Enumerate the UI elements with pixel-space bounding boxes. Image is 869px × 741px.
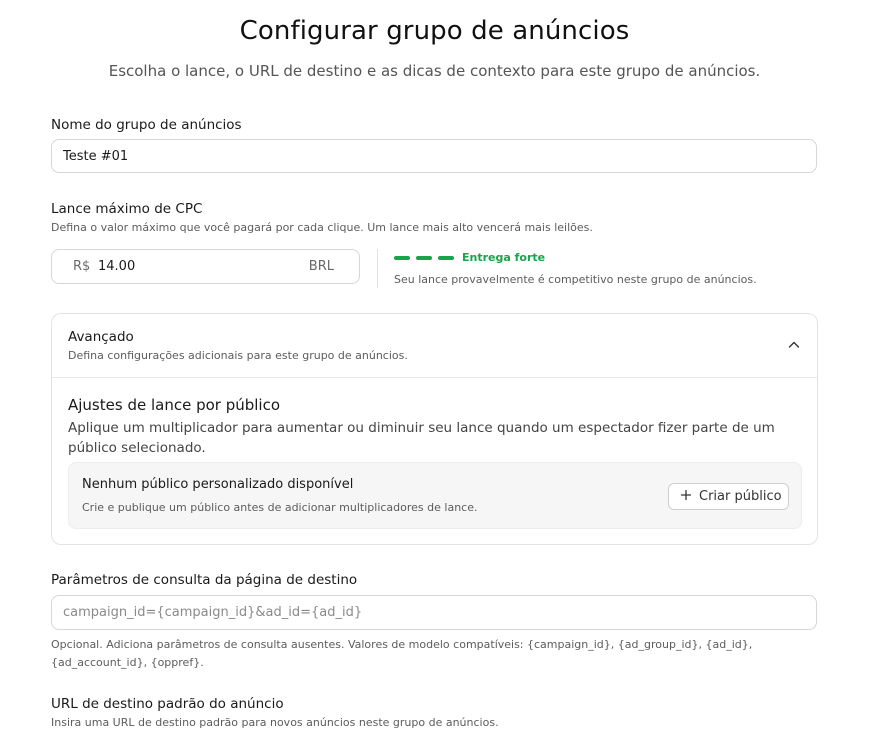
query-params-help: Opcional. Adiciona parâmetros de consult…: [51, 638, 753, 669]
page-subtitle: Escolha o lance, o URL de destino e as d…: [108, 62, 761, 80]
delivery-status: Entrega forte: [462, 251, 546, 264]
audience-empty-title: Nenhum público personalizado disponível: [82, 477, 354, 492]
max-cpc-label: Lance máximo de CPC: [51, 201, 203, 217]
advanced-section: Avançado Defina configurações adicionais…: [51, 313, 818, 545]
ad-group-name-label: Nome do grupo de anúncios: [51, 117, 242, 133]
bid-divider: [377, 249, 378, 288]
audience-bid-title: Ajustes de lance por público: [68, 396, 281, 414]
delivery-note: Seu lance provavelmente é competitivo ne…: [394, 273, 757, 286]
audience-bid-description: Aplique um multiplicador para aumentar o…: [68, 420, 775, 456]
currency-code: BRL: [308, 259, 334, 274]
configure-ad-group-page: Configurar grupo de anúncios Escolha o l…: [0, 0, 869, 741]
create-audience-label: Criar público: [699, 489, 782, 504]
audience-empty-state: Nenhum público personalizado disponível …: [68, 462, 802, 529]
delivery-strength-indicator: [394, 256, 454, 260]
max-cpc-input[interactable]: [98, 250, 288, 283]
delivery-bar: [438, 256, 454, 260]
advanced-toggle[interactable]: Avançado Defina configurações adicionais…: [52, 314, 817, 377]
create-audience-button[interactable]: Criar público: [668, 483, 789, 510]
page-title: Configurar grupo de anúncios: [239, 16, 630, 46]
chevron-up-icon[interactable]: [787, 338, 801, 352]
query-params-label: Parâmetros de consulta da página de dest…: [51, 572, 358, 588]
max-cpc-field[interactable]: R$ BRL: [51, 249, 360, 284]
plus-icon: [680, 489, 692, 501]
currency-prefix: R$: [73, 259, 91, 274]
delivery-bar: [416, 256, 432, 260]
ad-group-name-input[interactable]: [51, 139, 817, 173]
delivery-bar: [394, 256, 410, 260]
query-params-input[interactable]: [51, 595, 817, 630]
max-cpc-help: Defina o valor máximo que você pagará po…: [51, 221, 593, 234]
default-url-help: Insira uma URL de destino padrão para no…: [51, 716, 499, 729]
advanced-subtitle: Defina configurações adicionais para est…: [68, 349, 408, 362]
default-url-label: URL de destino padrão do anúncio: [51, 696, 284, 712]
advanced-divider: [52, 377, 817, 378]
advanced-title: Avançado: [68, 329, 134, 345]
audience-empty-subtitle: Crie e publique um público antes de adic…: [82, 501, 478, 514]
